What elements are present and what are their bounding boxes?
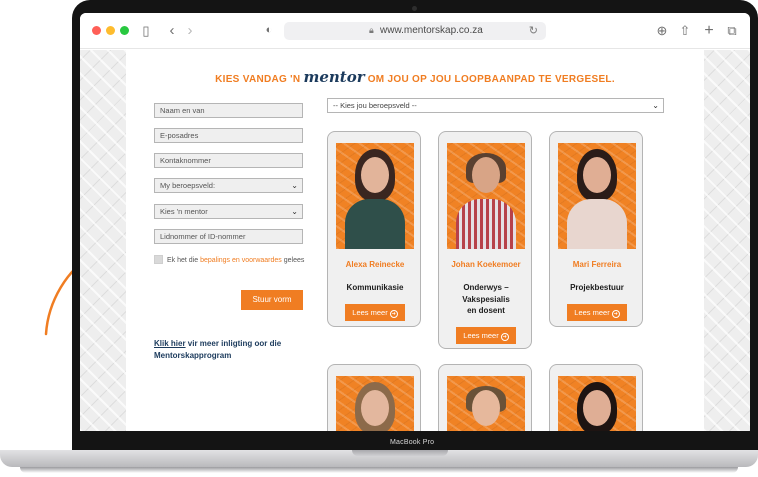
sidebar-toggle-icon[interactable]: ▯: [138, 22, 154, 39]
lock-icon: 🔒︎: [369, 25, 374, 35]
contact-number-field[interactable]: Kontaknommer: [154, 153, 303, 168]
mentor-select[interactable]: Kies 'n mentor ⌄: [154, 204, 303, 219]
career-field-select[interactable]: My beroepsveld: ⌄: [154, 178, 303, 193]
mentor-photo: [336, 376, 414, 431]
terms-text-before: Ek het die: [167, 257, 201, 264]
tab-overview-icon[interactable]: ⧉: [725, 22, 739, 39]
close-window-button[interactable]: [92, 26, 101, 35]
terms-checkbox[interactable]: [154, 255, 163, 264]
mentor-card: [438, 364, 532, 431]
privacy-shield-icon[interactable]: ◐: [263, 22, 275, 39]
laptop-base-notch: [352, 450, 448, 456]
chevron-down-icon: ⌄: [291, 181, 298, 190]
terms-text: Ek het die bepalings en voorwaardes gele…: [167, 255, 315, 266]
stage: ▯ ‹ › ◐ 🔒︎ www.mentorskap.co.za ↻ ⊕ ⇧ + …: [0, 0, 758, 477]
mentor-photo: [447, 376, 525, 431]
mentor-role-line: Vakspesialis: [462, 294, 510, 304]
page-headline: KIES VANDAG 'N mentor OM JOU OP JOU LOOP…: [126, 68, 704, 86]
laptop-model-label: MacBook Pro: [390, 439, 435, 446]
mentor-role: Kommunikasie: [328, 282, 422, 294]
mentor-photo: [558, 376, 636, 431]
career-filter-value: -- Kies jou beroepsveld --: [333, 101, 417, 110]
mentor-card: [327, 364, 421, 431]
email-field[interactable]: E-posadres: [154, 128, 303, 143]
download-icon[interactable]: ⊕: [655, 22, 669, 39]
arrow-right-icon: ➜: [500, 333, 509, 341]
terms-link[interactable]: bepalings en voorwaardes: [200, 257, 282, 264]
read-more-label: Lees meer: [352, 308, 388, 317]
arrow-right-icon: ➜: [611, 310, 620, 318]
arrow-right-icon: ➜: [389, 310, 398, 318]
new-tab-icon[interactable]: +: [702, 22, 716, 39]
mentor-role: Projekbestuur: [550, 282, 644, 294]
back-icon[interactable]: ‹: [166, 22, 178, 39]
mentor-face: [583, 157, 611, 193]
share-icon[interactable]: ⇧: [678, 22, 692, 39]
mentor-face: [472, 390, 500, 426]
mentor-name: Mari Ferreira: [572, 260, 622, 269]
contact-placeholder: Kontaknommer: [160, 156, 211, 165]
career-field-value: My beroepsveld:: [160, 181, 216, 190]
mentor-name: Johan Koekemoer: [451, 260, 521, 269]
read-more-button[interactable]: Lees meer ➜: [567, 304, 627, 321]
mentor-photo: [447, 143, 525, 249]
mentor-role: Onderwys – Vakspesialis en dosent: [439, 282, 533, 317]
background-pattern-left: [80, 50, 126, 431]
mentor-photo: [558, 143, 636, 249]
mentor-face: [361, 157, 389, 193]
mentor-select-value: Kies 'n mentor: [160, 207, 208, 216]
email-placeholder: E-posadres: [160, 131, 199, 140]
mentor-card: Alexa Reinecke Kommunikasie Lees meer ➜: [327, 131, 421, 327]
minimize-window-button[interactable]: [106, 26, 115, 35]
mentor-face: [472, 157, 500, 193]
read-more-label: Lees meer: [574, 308, 610, 317]
read-more-button[interactable]: Lees meer ➜: [456, 327, 516, 344]
info-paragraph: Klik hier vir meer inligting oor die Men…: [154, 338, 324, 362]
mentor-clothing: [567, 199, 627, 249]
terms-text-after: gelees: [281, 257, 305, 264]
mentor-face: [361, 390, 389, 426]
mentor-name: Alexa Reinecke: [345, 260, 405, 269]
read-more-button[interactable]: Lees meer ➜: [345, 304, 405, 321]
mentor-card: Mari Ferreira Projekbestuur Lees meer ➜: [549, 131, 643, 327]
browser-toolbar: ▯ ‹ › ◐ 🔒︎ www.mentorskap.co.za ↻ ⊕ ⇧ + …: [80, 13, 750, 49]
info-link[interactable]: Klik hier: [154, 339, 186, 348]
laptop-shadow: [20, 467, 738, 473]
mentor-role-line: Kommunikasie: [346, 283, 404, 292]
read-more-label: Lees meer: [463, 331, 499, 340]
member-number-field[interactable]: Lidnommer of ID-nommer: [154, 229, 303, 244]
address-bar[interactable]: 🔒︎ www.mentorskap.co.za ↻: [284, 22, 546, 40]
member-placeholder: Lidnommer of ID-nommer: [160, 232, 246, 241]
headline-script-word: mentor: [303, 68, 365, 86]
headline-part-2: OM JOU OP JOU LOOPBAANPAD TE VERGESEL.: [364, 74, 615, 85]
laptop-screen: ▯ ‹ › ◐ 🔒︎ www.mentorskap.co.za ↻ ⊕ ⇧ + …: [80, 13, 750, 431]
mentor-clothing: [345, 199, 405, 249]
headline-part-1: KIES VANDAG 'N: [215, 74, 304, 85]
mentor-photo: [336, 143, 414, 249]
mentor-role-line: Projekbestuur: [570, 283, 624, 292]
mentor-role-line: Onderwys –: [463, 283, 509, 292]
chevron-down-icon: ⌄: [652, 101, 659, 110]
url-text: www.mentorskap.co.za: [380, 25, 483, 36]
laptop-camera: [412, 6, 417, 11]
name-field[interactable]: Naam en van: [154, 103, 303, 118]
name-placeholder: Naam en van: [160, 106, 205, 115]
page-content: KIES VANDAG 'N mentor OM JOU OP JOU LOOP…: [126, 50, 704, 431]
mentor-card: Johan Koekemoer Onderwys – Vakspesialis …: [438, 131, 532, 349]
mentor-card: [549, 364, 643, 431]
web-page: KIES VANDAG 'N mentor OM JOU OP JOU LOOP…: [80, 50, 750, 431]
reload-icon[interactable]: ↻: [529, 24, 538, 37]
chevron-down-icon: ⌄: [291, 207, 298, 216]
maximize-window-button[interactable]: [120, 26, 129, 35]
career-filter-select[interactable]: -- Kies jou beroepsveld -- ⌄: [327, 98, 664, 113]
mentor-face: [583, 390, 611, 426]
mentor-clothing: [456, 199, 516, 249]
forward-icon[interactable]: ›: [184, 22, 196, 39]
submit-form-button[interactable]: Stuur vorm: [241, 290, 303, 310]
mentor-role-line: en dosent: [467, 306, 505, 315]
background-pattern-right: [704, 50, 750, 431]
